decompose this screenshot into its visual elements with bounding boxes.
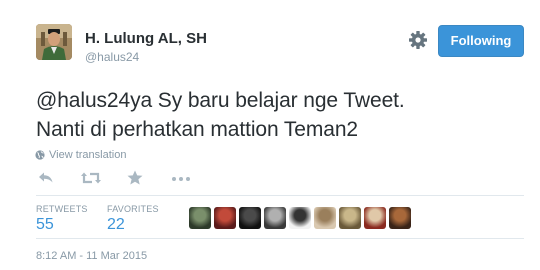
retweets-label: RETWEETS bbox=[36, 204, 88, 214]
favoriter-avatar[interactable] bbox=[264, 207, 286, 229]
tweet-text-line: Nanti di perhatkan mattion Teman2 bbox=[36, 118, 359, 141]
author-name[interactable]: H. Lulung AL, SH bbox=[85, 30, 207, 47]
favorite-icon[interactable] bbox=[125, 168, 145, 188]
author-avatar[interactable] bbox=[36, 24, 72, 60]
author-handle[interactable]: @halus24 bbox=[85, 50, 139, 64]
view-translation-link[interactable]: View translation bbox=[35, 147, 126, 163]
favoriter-avatar[interactable] bbox=[314, 207, 336, 229]
favoriter-avatar[interactable] bbox=[364, 207, 386, 229]
favoriter-avatar[interactable] bbox=[214, 207, 236, 229]
more-icon[interactable] bbox=[170, 168, 192, 188]
favoriter-avatar[interactable] bbox=[339, 207, 361, 229]
favoriter-avatar[interactable] bbox=[289, 207, 311, 229]
favoriter-avatar[interactable] bbox=[239, 207, 261, 229]
retweets-count: 55 bbox=[36, 216, 54, 233]
retweet-icon[interactable] bbox=[80, 168, 101, 188]
profile-photo-icon bbox=[36, 24, 72, 60]
favorites-label: FAVORITES bbox=[107, 204, 159, 214]
favorites-count: 22 bbox=[107, 216, 125, 233]
tweet-card: H. Lulung AL, SH @halus24 Following @hal… bbox=[0, 0, 540, 270]
favorites-stat[interactable]: FAVORITES 22 bbox=[107, 204, 159, 234]
retweets-stat[interactable]: RETWEETS 55 bbox=[36, 204, 88, 234]
divider bbox=[36, 238, 524, 239]
favoriter-avatar[interactable] bbox=[389, 207, 411, 229]
tweet-timestamp[interactable]: 8:12 AM - 11 Mar 2015 bbox=[36, 250, 147, 262]
tweet-text-line: @halus24ya Sy baru belajar nge Tweet. bbox=[36, 89, 405, 112]
view-translation-label: View translation bbox=[49, 149, 127, 161]
following-button[interactable]: Following bbox=[438, 25, 524, 57]
favoriters-list bbox=[189, 207, 411, 229]
tweet-text: @halus24ya Sy baru belajar nge Tweet. Na… bbox=[36, 86, 516, 144]
reply-icon[interactable] bbox=[36, 168, 56, 188]
gear-icon[interactable] bbox=[407, 29, 429, 51]
favoriter-avatar[interactable] bbox=[189, 207, 211, 229]
divider bbox=[36, 195, 524, 196]
globe-icon bbox=[35, 150, 45, 160]
